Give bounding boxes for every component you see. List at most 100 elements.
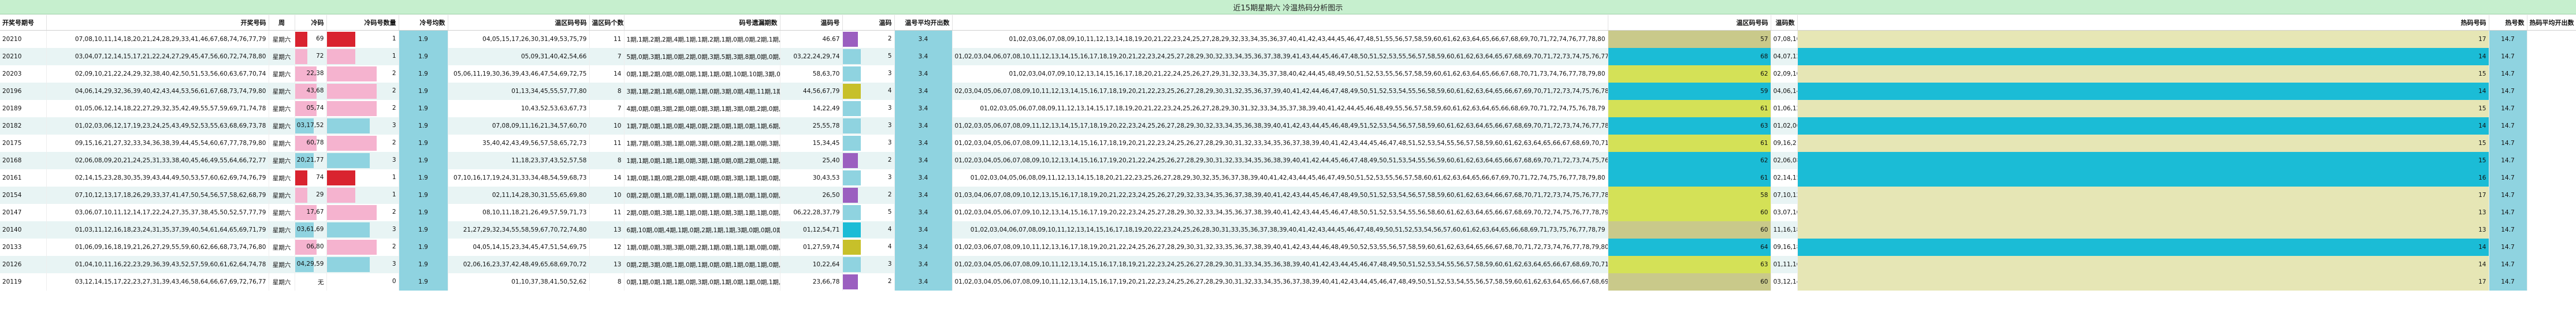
weekday-cell[interactable]: 星期六 — [269, 30, 295, 48]
hot-zone-numbers-cell[interactable]: 01,02,03,04,06,07,08,09,10,11,12,13,14,1… — [952, 221, 1608, 239]
warm-zone-numbers-cell[interactable]: 01,13,34,45,55,57,77,80 — [448, 83, 590, 100]
hot-numbers-cell[interactable]: 03,07,10,11,12,14,24,27,35,38,45,50,52,5… — [1771, 204, 1798, 221]
miss-periods-cell[interactable]: 1期,0期,1期,0期,2期,0期,4期,0期,0期,3期,1期,1期,0期,0… — [624, 169, 780, 187]
miss-periods-cell[interactable]: 1期,7期,0期,3期,1期,0期,3期,0期,0期,2期,1期,0期,3期,0… — [624, 135, 780, 152]
draw-numbers-cell[interactable]: 03,12,14,15,17,22,23,27,31,39,43,46,58,6… — [46, 273, 269, 291]
cold-count-cell[interactable]: 2 — [326, 100, 399, 117]
weekday-cell[interactable]: 星期六 — [269, 152, 295, 169]
warm-code-cell[interactable]: 3 — [842, 256, 895, 273]
hot-zone-numbers-cell[interactable]: 02,03,04,05,06,07,08,09,10,11,12,13,14,1… — [952, 83, 1608, 100]
warm-numbers-cell[interactable]: 44,56,67,79 — [780, 83, 843, 100]
cold-avg-cell[interactable]: 1.9 — [399, 221, 448, 239]
warm-zone-count-cell[interactable]: 10 — [589, 117, 625, 135]
hot-zone-numbers-cell[interactable]: 01,03,04,06,07,08,09,10,12,13,15,16,17,1… — [952, 187, 1608, 204]
cold-code-cell[interactable]: 05,74 — [295, 100, 327, 117]
hot-avg-cell[interactable]: 14.7 — [2489, 65, 2527, 83]
column-header[interactable]: 冷号均数 — [399, 15, 448, 31]
warm-zone-count-cell[interactable]: 8 — [589, 273, 625, 291]
hot-avg-cell[interactable]: 14.7 — [2489, 239, 2527, 256]
warm-numbers-cell[interactable]: 15,34,45 — [780, 135, 843, 152]
warm-zone-count-cell[interactable]: 12 — [589, 239, 625, 256]
hot-avg-cell[interactable]: 14.7 — [2489, 204, 2527, 221]
miss-periods-cell[interactable]: 2期,0期,0期,3期,1期,1期,0期,1期,0期,3期,1期,1期,0期,0… — [624, 204, 780, 221]
warm-numbers-cell[interactable]: 03,22,24,29,74 — [780, 48, 843, 65]
table-row[interactable]: 20168 02,06,08,09,20,21,24,25,31,33,38,40… — [0, 152, 2576, 169]
column-header[interactable]: 冷码 — [295, 15, 327, 31]
table-row[interactable]: 20189 01,05,06,12,14,18,22,27,29,32,35,42… — [0, 100, 2576, 117]
warm-code-cell[interactable]: 2 — [842, 187, 895, 204]
miss-periods-cell[interactable]: 1期,1期,2期,2期,4期,1期,1期,2期,1期,0期,0期,2期,1期,1… — [624, 30, 780, 48]
cold-avg-cell[interactable]: 1.9 — [399, 239, 448, 256]
weekday-cell[interactable]: 星期六 — [269, 135, 295, 152]
warm-numbers-cell[interactable]: 10,22,64 — [780, 256, 843, 273]
hot-zone-numbers-cell[interactable]: 01,02,03,06,07,08,09,10,11,12,13,16,17,1… — [952, 239, 1608, 256]
hot-count-cell[interactable]: 13 — [1797, 204, 2489, 221]
hot-numbers-cell[interactable]: 09,16,18,19,21,26,29,55,60,62,66,68,73,7… — [1771, 239, 1798, 256]
cold-code-cell[interactable]: 无 — [295, 273, 327, 291]
cold-code-cell[interactable]: 04,29,59 — [295, 256, 327, 273]
warm-numbers-cell[interactable]: 06,22,28,37,79 — [780, 204, 843, 221]
warm-zone-count-cell[interactable]: 8 — [589, 83, 625, 100]
issue-cell[interactable]: 20168 — [0, 152, 47, 169]
warm-numbers-cell[interactable]: 58,63,70 — [780, 65, 843, 83]
cold-avg-cell[interactable]: 1.9 — [399, 117, 448, 135]
cold-count-cell[interactable]: 2 — [326, 83, 399, 100]
cold-avg-cell[interactable]: 1.9 — [399, 204, 448, 221]
hot-count-cell[interactable]: 13 — [1797, 221, 2489, 239]
hot-zone-numbers-cell[interactable]: 01,02,03,05,06,07,08,09,11,12,13,14,15,1… — [952, 100, 1608, 117]
issue-cell[interactable]: 20210 — [0, 30, 47, 48]
hot-numbers-cell[interactable]: 03,12,14,15,17,22,27,31,39,43,46,58,64,6… — [1771, 273, 1798, 291]
warm-numbers-cell[interactable]: 14,22,49 — [780, 100, 843, 117]
hot-numbers-cell[interactable]: 04,07,12,14,15,17,21,27,45,47,56,60,78,8… — [1771, 48, 1798, 65]
hot-zone-count-cell[interactable]: 60 — [1608, 221, 1771, 239]
hot-count-cell[interactable]: 17 — [1797, 30, 2489, 48]
hot-numbers-cell[interactable]: 11,16,18,23,24,31,35,37,39,40,64,65,79 — [1771, 221, 1798, 239]
draw-numbers-cell[interactable]: 02,09,10,21,22,24,29,32,38,40,42,50,51,5… — [46, 65, 269, 83]
hot-count-cell[interactable]: 15 — [1797, 152, 2489, 169]
warm-code-cell[interactable]: 4 — [842, 221, 895, 239]
miss-periods-cell[interactable]: 5期,0期,3期,1期,0期,2期,0期,3期,5期,3期,8期,0期,0期,4… — [624, 48, 780, 65]
hot-zone-count-cell[interactable]: 63 — [1608, 256, 1771, 273]
cold-code-cell[interactable]: 06,80 — [295, 239, 327, 256]
hot-avg-cell[interactable]: 14.7 — [2489, 273, 2527, 291]
warm-numbers-cell[interactable]: 01,27,59,74 — [780, 239, 843, 256]
warm-code-cell[interactable]: 5 — [842, 204, 895, 221]
hot-numbers-cell[interactable]: 02,06,08,09,24,31,33,38,45,46,49,55,64,6… — [1771, 152, 1798, 169]
warm-zone-count-cell[interactable]: 7 — [589, 100, 625, 117]
column-header[interactable]: 温码号 — [780, 15, 843, 31]
hot-numbers-cell[interactable]: 07,08,10,11,14,18,20,21,24,28,29,33,41,4… — [1771, 30, 1798, 48]
warm-avg-cell[interactable]: 3.4 — [894, 100, 953, 117]
hot-numbers-cell[interactable]: 04,06,14,29,32,36,39,40,42,53,61,73,74,8… — [1771, 83, 1798, 100]
hot-avg-cell[interactable]: 14.7 — [2489, 169, 2527, 187]
table-row[interactable]: 20126 01,04,10,11,16,22,23,29,36,39,43,52… — [0, 256, 2576, 273]
hot-numbers-cell[interactable]: 01,06,12,18,27,29,32,35,42,55,57,59,69,7… — [1771, 100, 1798, 117]
warm-code-cell[interactable]: 2 — [842, 30, 895, 48]
hot-zone-count-cell[interactable]: 63 — [1608, 117, 1771, 135]
hot-zone-count-cell[interactable]: 64 — [1608, 239, 1771, 256]
cold-code-cell[interactable]: 43,68 — [295, 83, 327, 100]
hot-avg-cell[interactable]: 14.7 — [2489, 100, 2527, 117]
hot-zone-numbers-cell[interactable]: 01,02,03,04,05,06,07,08,09,10,11,12,13,1… — [952, 273, 1608, 291]
warm-zone-count-cell[interactable]: 11 — [589, 204, 625, 221]
warm-code-cell[interactable]: 3 — [842, 100, 895, 117]
table-row[interactable]: 20161 02,14,15,23,28,30,35,39,43,44,49,50… — [0, 169, 2576, 187]
warm-avg-cell[interactable]: 3.4 — [894, 65, 953, 83]
hot-numbers-cell[interactable]: 01,02,06,12,19,23,24,43,49,53,63,68,69,7… — [1771, 117, 1798, 135]
hot-zone-count-cell[interactable]: 68 — [1608, 48, 1771, 65]
warm-avg-cell[interactable]: 3.4 — [894, 152, 953, 169]
draw-numbers-cell[interactable]: 09,15,16,21,27,32,33,34,36,38,39,44,45,5… — [46, 135, 269, 152]
cold-code-cell[interactable]: 22,38 — [295, 65, 327, 83]
draw-numbers-cell[interactable]: 03,04,07,12,14,15,17,21,22,24,27,29,45,4… — [46, 48, 269, 65]
hot-numbers-cell[interactable]: 07,10,12,13,17,18,33,37,41,47,54,56,57,5… — [1771, 187, 1798, 204]
warm-avg-cell[interactable]: 3.4 — [894, 239, 953, 256]
warm-avg-cell[interactable]: 3.4 — [894, 83, 953, 100]
hot-avg-cell[interactable]: 14.7 — [2489, 48, 2527, 65]
hot-zone-count-cell[interactable]: 59 — [1608, 83, 1771, 100]
warm-zone-numbers-cell[interactable]: 02,06,16,23,37,42,48,49,65,68,69,70,72 — [448, 256, 590, 273]
hot-count-cell[interactable]: 16 — [1797, 169, 2489, 187]
cold-avg-cell[interactable]: 1.9 — [399, 256, 448, 273]
hot-zone-count-cell[interactable]: 61 — [1608, 135, 1771, 152]
issue-cell[interactable]: 20182 — [0, 117, 47, 135]
miss-periods-cell[interactable]: 1期,0期,0期,3期,3期,0期,2期,1期,0期,1期,1期,0期,0期,0… — [624, 239, 780, 256]
hot-avg-cell[interactable]: 14.7 — [2489, 135, 2527, 152]
